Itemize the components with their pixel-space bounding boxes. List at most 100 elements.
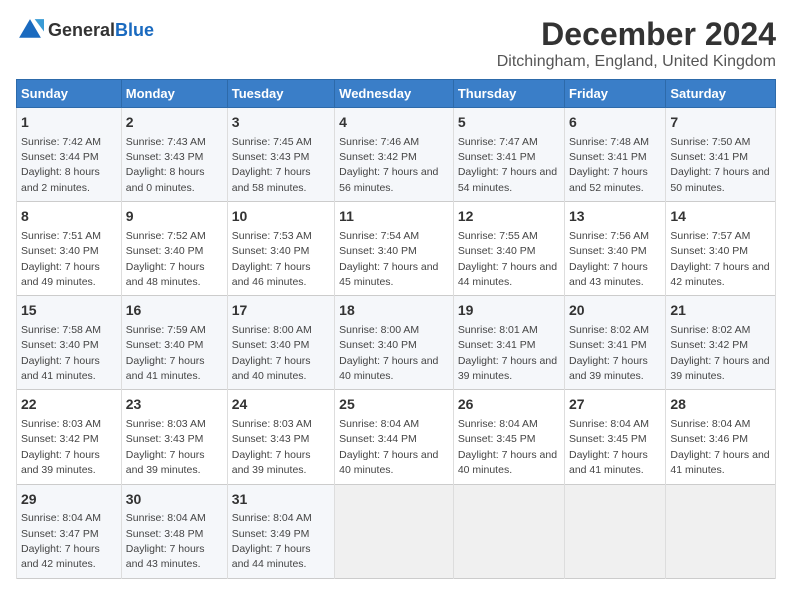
sunrise-info: Sunrise: 7:59 AM <box>126 324 206 336</box>
day-cell: 3 Sunrise: 7:45 AM Sunset: 3:43 PM Dayli… <box>227 108 334 202</box>
sunset-info: Sunset: 3:49 PM <box>232 528 310 540</box>
sunrise-info: Sunrise: 8:04 AM <box>339 418 419 430</box>
daylight-info: Daylight: 8 hours and 2 minutes. <box>21 166 100 193</box>
daylight-info: Daylight: 7 hours and 40 minutes. <box>232 355 311 382</box>
day-number: 5 <box>458 113 560 133</box>
daylight-info: Daylight: 7 hours and 46 minutes. <box>232 261 311 288</box>
sunset-info: Sunset: 3:40 PM <box>569 245 647 257</box>
subtitle: Ditchingham, England, United Kingdom <box>497 53 776 71</box>
sunrise-info: Sunrise: 7:50 AM <box>670 136 750 148</box>
day-cell: 6 Sunrise: 7:48 AM Sunset: 3:41 PM Dayli… <box>565 108 666 202</box>
daylight-info: Daylight: 7 hours and 39 minutes. <box>670 355 769 382</box>
day-number: 24 <box>232 395 330 415</box>
sunset-info: Sunset: 3:48 PM <box>126 528 204 540</box>
sunrise-info: Sunrise: 7:51 AM <box>21 230 101 242</box>
day-number: 20 <box>569 301 661 321</box>
day-cell: 30 Sunrise: 8:04 AM Sunset: 3:48 PM Dayl… <box>121 484 227 578</box>
daylight-info: Daylight: 7 hours and 41 minutes. <box>126 355 205 382</box>
day-cell: 16 Sunrise: 7:59 AM Sunset: 3:40 PM Dayl… <box>121 296 227 390</box>
day-number: 18 <box>339 301 449 321</box>
sunrise-info: Sunrise: 8:04 AM <box>232 512 312 524</box>
day-number: 31 <box>232 490 330 510</box>
column-header-sunday: Sunday <box>17 80 122 108</box>
day-cell: 13 Sunrise: 7:56 AM Sunset: 3:40 PM Dayl… <box>565 202 666 296</box>
daylight-info: Daylight: 7 hours and 49 minutes. <box>21 261 100 288</box>
day-cell: 24 Sunrise: 8:03 AM Sunset: 3:43 PM Dayl… <box>227 390 334 484</box>
daylight-info: Daylight: 7 hours and 39 minutes. <box>126 449 205 476</box>
day-number: 22 <box>21 395 117 415</box>
daylight-info: Daylight: 7 hours and 43 minutes. <box>126 543 205 570</box>
day-cell <box>565 484 666 578</box>
daylight-info: Daylight: 7 hours and 48 minutes. <box>126 261 205 288</box>
day-cell: 5 Sunrise: 7:47 AM Sunset: 3:41 PM Dayli… <box>453 108 564 202</box>
day-cell: 1 Sunrise: 7:42 AM Sunset: 3:44 PM Dayli… <box>17 108 122 202</box>
day-cell: 11 Sunrise: 7:54 AM Sunset: 3:40 PM Dayl… <box>335 202 454 296</box>
day-number: 8 <box>21 207 117 227</box>
sunset-info: Sunset: 3:40 PM <box>232 339 310 351</box>
day-number: 14 <box>670 207 771 227</box>
daylight-info: Daylight: 7 hours and 44 minutes. <box>232 543 311 570</box>
day-cell: 8 Sunrise: 7:51 AM Sunset: 3:40 PM Dayli… <box>17 202 122 296</box>
day-cell: 31 Sunrise: 8:04 AM Sunset: 3:49 PM Dayl… <box>227 484 334 578</box>
sunset-info: Sunset: 3:40 PM <box>126 339 204 351</box>
day-cell: 15 Sunrise: 7:58 AM Sunset: 3:40 PM Dayl… <box>17 296 122 390</box>
sunset-info: Sunset: 3:40 PM <box>339 339 417 351</box>
sunrise-info: Sunrise: 7:54 AM <box>339 230 419 242</box>
sunrise-info: Sunrise: 7:56 AM <box>569 230 649 242</box>
header: GeneralBlue December 2024 Ditchingham, E… <box>16 16 776 71</box>
sunset-info: Sunset: 3:45 PM <box>458 433 536 445</box>
daylight-info: Daylight: 7 hours and 54 minutes. <box>458 166 557 193</box>
day-cell: 27 Sunrise: 8:04 AM Sunset: 3:45 PM Dayl… <box>565 390 666 484</box>
day-cell: 17 Sunrise: 8:00 AM Sunset: 3:40 PM Dayl… <box>227 296 334 390</box>
day-cell: 2 Sunrise: 7:43 AM Sunset: 3:43 PM Dayli… <box>121 108 227 202</box>
sunset-info: Sunset: 3:42 PM <box>339 151 417 163</box>
logo: GeneralBlue <box>16 16 154 44</box>
sunrise-info: Sunrise: 7:58 AM <box>21 324 101 336</box>
column-header-tuesday: Tuesday <box>227 80 334 108</box>
main-title: December 2024 <box>497 16 776 53</box>
sunset-info: Sunset: 3:43 PM <box>232 433 310 445</box>
day-cell: 21 Sunrise: 8:02 AM Sunset: 3:42 PM Dayl… <box>666 296 776 390</box>
day-cell: 14 Sunrise: 7:57 AM Sunset: 3:40 PM Dayl… <box>666 202 776 296</box>
sunset-info: Sunset: 3:40 PM <box>670 245 748 257</box>
day-number: 27 <box>569 395 661 415</box>
week-row-1: 1 Sunrise: 7:42 AM Sunset: 3:44 PM Dayli… <box>17 108 776 202</box>
sunset-info: Sunset: 3:47 PM <box>21 528 99 540</box>
sunset-info: Sunset: 3:40 PM <box>21 245 99 257</box>
sunrise-info: Sunrise: 8:00 AM <box>339 324 419 336</box>
day-cell: 20 Sunrise: 8:02 AM Sunset: 3:41 PM Dayl… <box>565 296 666 390</box>
sunrise-info: Sunrise: 7:52 AM <box>126 230 206 242</box>
day-cell: 4 Sunrise: 7:46 AM Sunset: 3:42 PM Dayli… <box>335 108 454 202</box>
day-number: 1 <box>21 113 117 133</box>
day-number: 3 <box>232 113 330 133</box>
sunset-info: Sunset: 3:43 PM <box>126 151 204 163</box>
daylight-info: Daylight: 7 hours and 40 minutes. <box>458 449 557 476</box>
day-cell: 10 Sunrise: 7:53 AM Sunset: 3:40 PM Dayl… <box>227 202 334 296</box>
sunset-info: Sunset: 3:43 PM <box>126 433 204 445</box>
day-cell: 12 Sunrise: 7:55 AM Sunset: 3:40 PM Dayl… <box>453 202 564 296</box>
column-header-thursday: Thursday <box>453 80 564 108</box>
sunrise-info: Sunrise: 7:47 AM <box>458 136 538 148</box>
day-number: 30 <box>126 490 223 510</box>
sunset-info: Sunset: 3:41 PM <box>458 339 536 351</box>
sunset-info: Sunset: 3:42 PM <box>670 339 748 351</box>
day-cell: 28 Sunrise: 8:04 AM Sunset: 3:46 PM Dayl… <box>666 390 776 484</box>
day-number: 16 <box>126 301 223 321</box>
day-number: 13 <box>569 207 661 227</box>
sunset-info: Sunset: 3:40 PM <box>339 245 417 257</box>
sunrise-info: Sunrise: 8:04 AM <box>569 418 649 430</box>
daylight-info: Daylight: 7 hours and 41 minutes. <box>21 355 100 382</box>
day-number: 10 <box>232 207 330 227</box>
day-number: 7 <box>670 113 771 133</box>
day-number: 28 <box>670 395 771 415</box>
column-header-friday: Friday <box>565 80 666 108</box>
week-row-5: 29 Sunrise: 8:04 AM Sunset: 3:47 PM Dayl… <box>17 484 776 578</box>
day-number: 2 <box>126 113 223 133</box>
sunrise-info: Sunrise: 7:45 AM <box>232 136 312 148</box>
week-row-3: 15 Sunrise: 7:58 AM Sunset: 3:40 PM Dayl… <box>17 296 776 390</box>
title-block: December 2024 Ditchingham, England, Unit… <box>497 16 776 71</box>
sunset-info: Sunset: 3:40 PM <box>232 245 310 257</box>
sunrise-info: Sunrise: 7:43 AM <box>126 136 206 148</box>
logo-icon <box>16 16 44 44</box>
sunset-info: Sunset: 3:40 PM <box>21 339 99 351</box>
